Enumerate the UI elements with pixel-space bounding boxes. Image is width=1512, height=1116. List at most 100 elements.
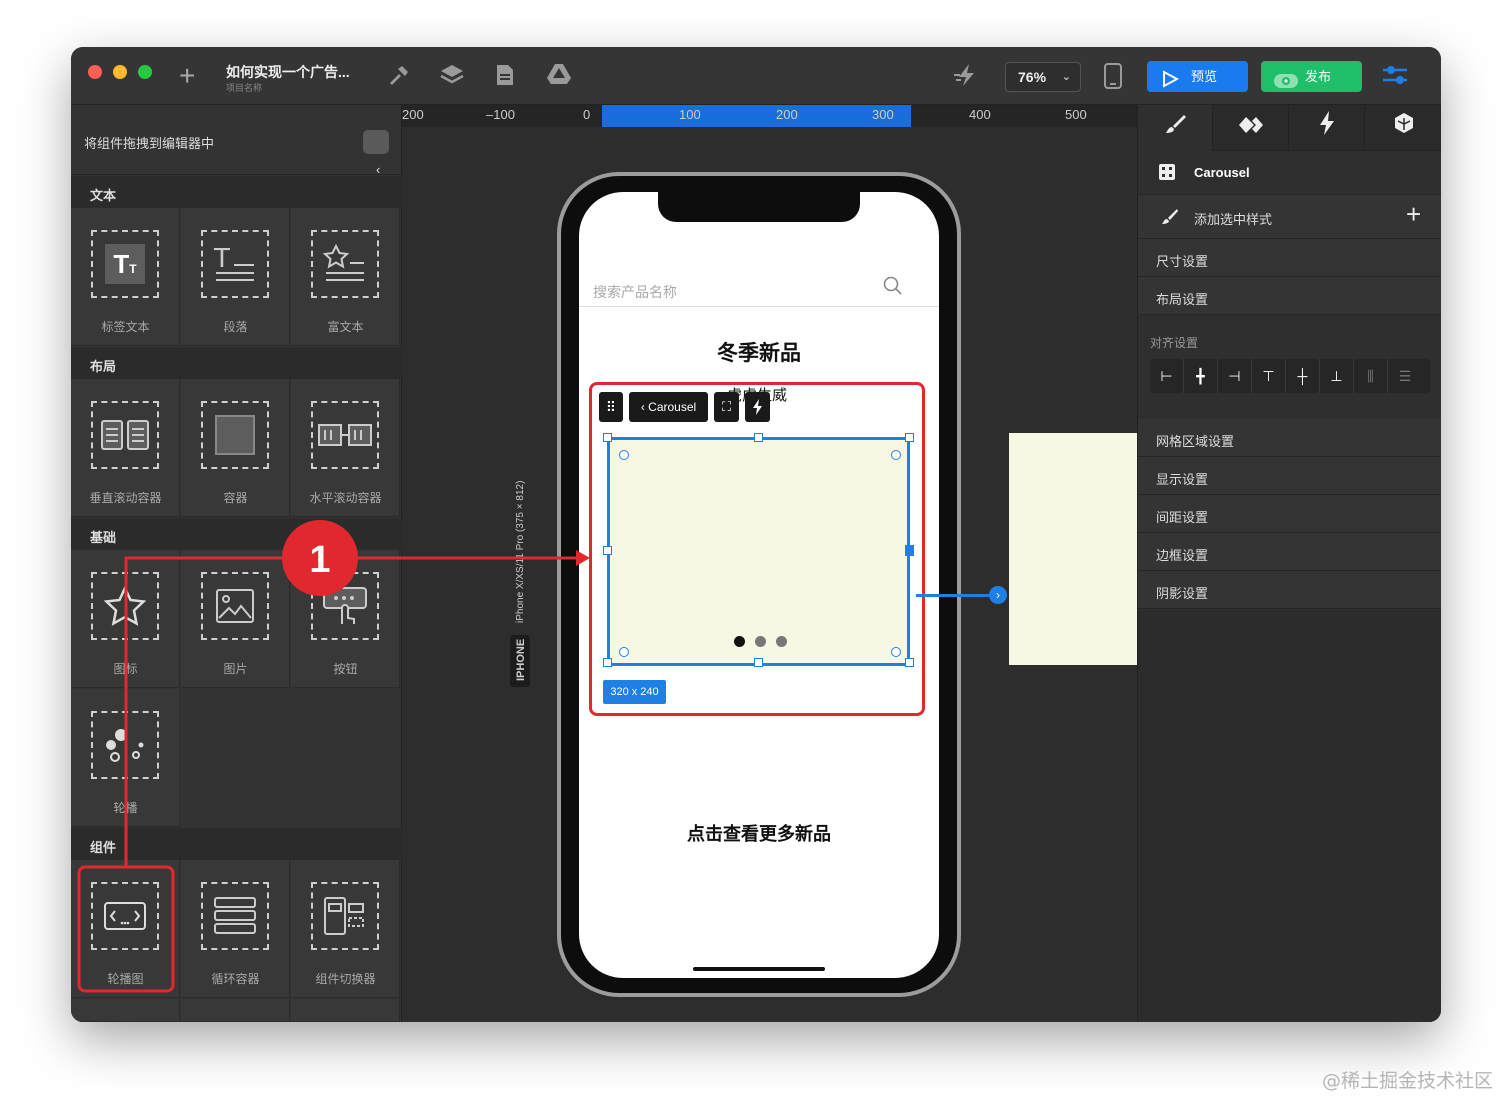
display-settings-row[interactable]: 显示设置	[1138, 457, 1441, 495]
component-carousel-basic[interactable]: 轮播	[71, 689, 180, 827]
device-type-label: IPHONE	[515, 639, 527, 681]
device-icon[interactable]	[1103, 63, 1123, 95]
layers-icon[interactable]	[439, 63, 465, 93]
distribute-h-icon[interactable]: ⫼	[1354, 359, 1388, 393]
add-icon[interactable]: +	[179, 62, 195, 90]
eye-icon	[1273, 69, 1299, 100]
project-title[interactable]: 如何实现一个广告...	[226, 62, 350, 82]
ruler-tick: 100	[679, 107, 701, 122]
close-window-button[interactable]	[88, 65, 102, 79]
publish-button[interactable]: 发布	[1261, 61, 1362, 92]
pagination-dot[interactable]	[755, 636, 766, 647]
quick-action-icon[interactable]	[953, 63, 981, 93]
horizontal-scroll-icon	[311, 401, 379, 469]
align-center-h-icon[interactable]: ╋	[1184, 359, 1218, 393]
tab-style[interactable]	[1138, 105, 1213, 151]
more-products-link[interactable]: 点击查看更多新品	[579, 820, 939, 846]
align-bottom-icon[interactable]: ⊥	[1320, 359, 1354, 393]
component-name: Carousel	[1194, 165, 1250, 180]
lightning-icon[interactable]	[745, 392, 770, 422]
fit-frame-icon[interactable]: ⛶	[714, 392, 739, 422]
tab-bug[interactable]	[1366, 105, 1441, 151]
brush-icon	[1164, 115, 1186, 140]
resize-handle[interactable]	[754, 658, 763, 667]
align-right-icon[interactable]: ⊣	[1218, 359, 1252, 393]
component-container[interactable]: 容器	[181, 379, 290, 517]
hammer-icon[interactable]	[386, 63, 410, 93]
resize-handle[interactable]	[603, 658, 612, 667]
carousel-slide[interactable]	[607, 437, 910, 666]
align-top-icon[interactable]: ⊤	[1252, 359, 1286, 393]
project-subtitle: 项目名称	[226, 83, 263, 93]
zoom-select[interactable]: 76% ⌄	[1005, 62, 1081, 92]
add-style-row[interactable]: 添加选中样式 +	[1138, 195, 1441, 239]
maximize-window-button[interactable]	[138, 65, 152, 79]
plus-icon[interactable]: +	[1406, 199, 1421, 230]
button-tap-icon	[311, 572, 379, 640]
editor-canvas[interactable]: 200 –100 0 100 200 300 400 500 IPHONE iP…	[402, 105, 1137, 1022]
grid-settings-row[interactable]: 网格区域设置	[1138, 419, 1441, 457]
component-switcher[interactable]: 组件切换器	[291, 860, 400, 998]
component-horizontal-scroll[interactable]: 水平滚动容器	[291, 379, 400, 517]
loop-list-icon	[201, 882, 269, 950]
ruler-tick: 200	[776, 107, 798, 122]
distribute-v-icon[interactable]: ☰	[1388, 359, 1422, 393]
component-label-text[interactable]: TT 标签文本	[71, 208, 180, 346]
resize-handle[interactable]	[603, 433, 612, 442]
resize-handle[interactable]	[754, 433, 763, 442]
search-icon[interactable]	[883, 276, 903, 301]
shadow-settings-row[interactable]: 阴影设置	[1138, 571, 1441, 609]
component-rich-text[interactable]: 富文本	[291, 208, 400, 346]
tab-component[interactable]	[1214, 105, 1289, 151]
collapse-panel-button[interactable]: ‹	[363, 130, 389, 177]
component-paragraph[interactable]: T 段落	[181, 208, 290, 346]
component-icon[interactable]: 图标	[71, 550, 180, 688]
align-left-icon[interactable]: ⊢	[1150, 359, 1184, 393]
border-settings-row[interactable]: 边框设置	[1138, 533, 1441, 571]
add-style-label: 添加选中样式	[1194, 212, 1273, 227]
next-slide-button[interactable]: ›	[989, 586, 1007, 604]
preview-button[interactable]: 预览	[1147, 61, 1248, 92]
properties-tabs	[1138, 105, 1441, 151]
component-loop-container[interactable]: 循环容器	[181, 860, 290, 998]
search-input[interactable]: 搜索产品名称	[593, 282, 677, 302]
pagination-dot[interactable]	[776, 636, 787, 647]
drive-icon[interactable]	[547, 63, 571, 91]
pagination-dot-active[interactable]	[734, 636, 745, 647]
bug-icon	[1392, 113, 1416, 140]
component-panel: 将组件拖拽到编辑器中 ‹ 文本 TT 标签文本 T 段落 富文本 布局 垂直滚动…	[71, 105, 402, 1022]
tab-interaction[interactable]	[1290, 105, 1365, 151]
component-vertical-scroll[interactable]: 垂直滚动容器	[71, 379, 180, 517]
select-parent-button[interactable]: ‹ Carousel	[629, 392, 708, 422]
minimize-window-button[interactable]	[113, 65, 127, 79]
star-text-icon	[311, 230, 379, 298]
align-center-v-icon[interactable]: ┼	[1286, 359, 1320, 393]
size-settings-row[interactable]: 尺寸设置	[1138, 239, 1441, 277]
selected-component-row: Carousel	[1138, 151, 1441, 195]
device-vertical-label: IPHONE iPhone X/XS/11 Pro (375 × 812)	[506, 455, 536, 755]
component-label: 轮播	[113, 801, 138, 815]
resize-handle-right[interactable]	[905, 545, 914, 556]
component-carousel[interactable]: 轮播图	[71, 860, 180, 998]
title-bar: + 如何实现一个广告... 项目名称 76% ⌄ 预览 发布	[71, 47, 1441, 105]
section-components: 组件	[71, 828, 402, 860]
ruler-tick: 400	[969, 107, 991, 122]
spacing-settings-row[interactable]: 间距设置	[1138, 495, 1441, 533]
layout-settings-row[interactable]: 布局设置	[1138, 277, 1441, 315]
document-icon[interactable]	[495, 63, 515, 93]
resize-handle[interactable]	[905, 433, 914, 442]
selected-component-label: Carousel	[648, 400, 697, 414]
resize-handle[interactable]	[905, 658, 914, 667]
section-layout: 布局	[71, 347, 402, 379]
settings-sliders-icon[interactable]	[1381, 63, 1409, 93]
grid-icon	[1158, 163, 1176, 184]
resize-handle[interactable]	[603, 546, 612, 555]
drag-handle-icon[interactable]: ⠿	[599, 392, 623, 422]
phone-screen[interactable]: 搜索产品名称 冬季新品 虎虎生威 ⠿ ‹ Carousel ⛶	[579, 192, 939, 978]
align-settings-label: 对齐设置	[1150, 336, 1199, 350]
component-label: 图标	[113, 662, 138, 676]
component-button[interactable]: 按钮	[291, 550, 400, 688]
component-image[interactable]: 图片	[181, 550, 290, 688]
preview-label: 预览	[1191, 69, 1218, 84]
component-label: 水平滚动容器	[309, 491, 382, 505]
